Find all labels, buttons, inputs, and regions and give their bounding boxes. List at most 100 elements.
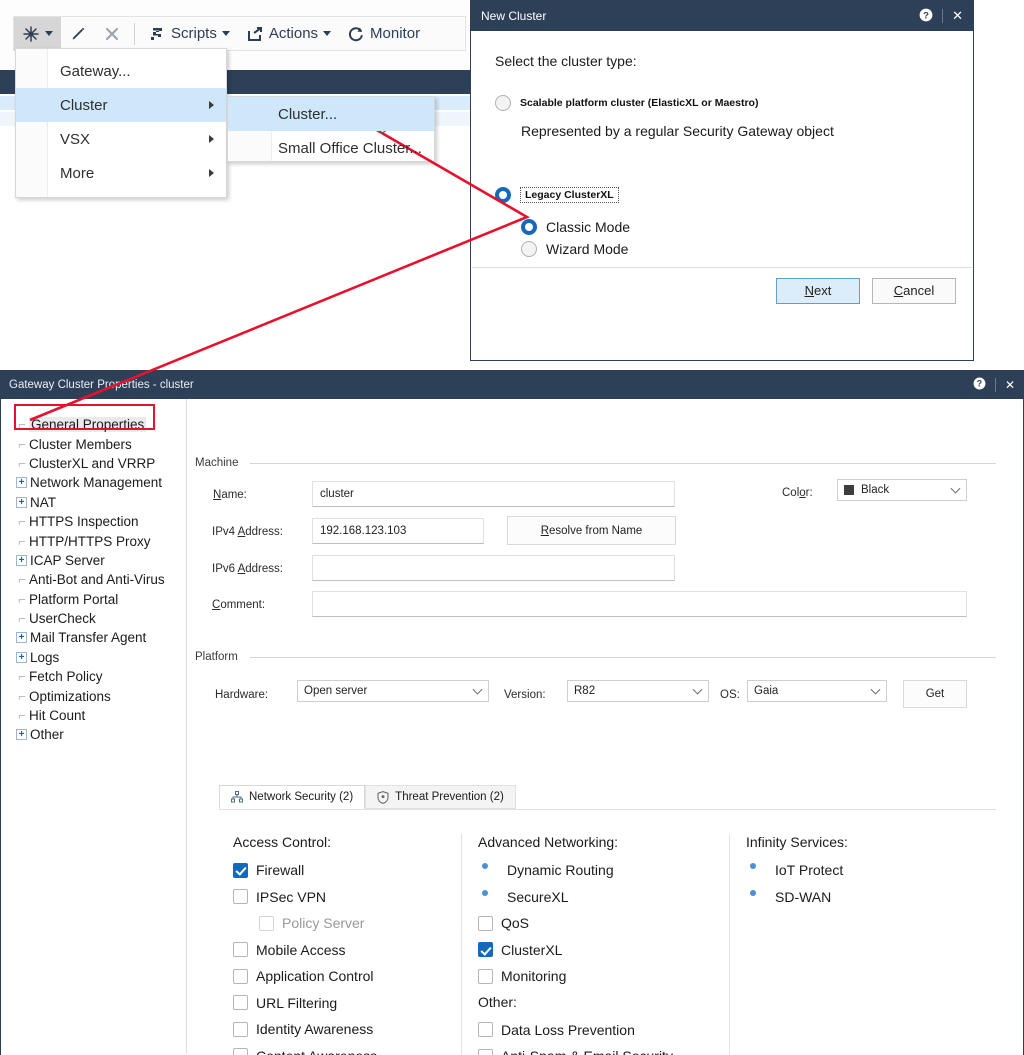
properties-content: Machine Name: cluster IPv4 Address: 192.… bbox=[187, 399, 1023, 1055]
toolbar-edit-button[interactable] bbox=[61, 17, 95, 50]
tree-item-logs[interactable]: + Logs bbox=[15, 648, 186, 667]
checkbox-firewall[interactable] bbox=[233, 862, 248, 878]
checkbox-content-awareness[interactable] bbox=[233, 1048, 248, 1055]
tree-item-cluster-members[interactable]: ⌐ Cluster Members bbox=[15, 434, 186, 453]
ipv6-input[interactable] bbox=[312, 555, 675, 581]
expand-icon[interactable]: + bbox=[16, 651, 27, 663]
os-dropdown[interactable]: Gaia bbox=[747, 680, 887, 702]
option-wizard-mode[interactable]: Wizard Mode bbox=[521, 241, 949, 257]
blade-content-awareness[interactable]: Content Awareness bbox=[233, 1043, 461, 1055]
menu-item-vsx[interactable]: VSX bbox=[16, 122, 226, 156]
tree-item-label: Optimizations bbox=[29, 688, 111, 704]
comment-input[interactable] bbox=[312, 591, 967, 617]
next-button[interactable]: Next bbox=[776, 277, 860, 304]
option-legacy-clusterxl[interactable]: Legacy ClusterXL bbox=[495, 187, 949, 203]
tree-item-usercheck[interactable]: ⌐ UserCheck bbox=[15, 609, 186, 628]
menu-item-gateway[interactable]: Gateway... bbox=[16, 54, 226, 88]
cancel-button[interactable]: Cancel bbox=[872, 277, 956, 304]
checkbox-clusterxl[interactable] bbox=[478, 942, 493, 958]
blade-data-loss-prevention[interactable]: Data Loss Prevention bbox=[478, 1017, 729, 1044]
chevron-right-icon bbox=[209, 135, 214, 143]
ipv4-input[interactable]: 192.168.123.103 bbox=[312, 518, 484, 544]
tree-item-label: HTTPS Inspection bbox=[29, 514, 139, 530]
checkbox-application-control[interactable] bbox=[233, 968, 248, 984]
tree-item-other[interactable]: + Other bbox=[15, 725, 186, 744]
checkbox-mobile-access[interactable] bbox=[233, 942, 248, 958]
blade-clusterxl[interactable]: ClusterXL bbox=[478, 937, 729, 964]
tab-threat-prevention[interactable]: Threat Prevention (2) bbox=[365, 785, 516, 809]
blade-monitoring[interactable]: Monitoring bbox=[478, 963, 729, 990]
blade-mobile-access[interactable]: Mobile Access bbox=[233, 937, 461, 964]
close-icon[interactable]: ✕ bbox=[1005, 378, 1015, 392]
toolbar-delete-button[interactable] bbox=[95, 17, 129, 50]
tree-item-nat[interactable]: + NAT bbox=[15, 493, 186, 512]
expand-icon[interactable]: + bbox=[16, 496, 27, 508]
tree-item-icap-server[interactable]: + ICAP Server bbox=[15, 551, 186, 570]
checkbox-qos[interactable] bbox=[478, 915, 493, 931]
submenu-item-cluster[interactable]: Cluster... bbox=[228, 97, 434, 131]
chevron-right-icon bbox=[209, 169, 214, 177]
option-scalable-platform-cluster[interactable]: Scalable platform cluster (ElasticXL or … bbox=[495, 95, 949, 111]
tree-item-platform-portal[interactable]: ⌐ Platform Portal bbox=[15, 590, 186, 609]
radio-legacy-clusterxl[interactable] bbox=[495, 187, 511, 203]
expand-icon[interactable]: + bbox=[16, 632, 27, 644]
properties-title: Gateway Cluster Properties - cluster bbox=[9, 379, 194, 391]
chevron-down-icon bbox=[870, 684, 881, 695]
tree-item-hit-count[interactable]: ⌐ Hit Count bbox=[15, 706, 186, 725]
checkbox-url-filtering[interactable] bbox=[233, 995, 248, 1011]
expand-icon[interactable]: + bbox=[16, 477, 27, 489]
tree-item-http-https-proxy[interactable]: ⌐ HTTP/HTTPS Proxy bbox=[15, 531, 186, 550]
menu-item-more[interactable]: More bbox=[16, 156, 226, 190]
tree-item-network-management[interactable]: + Network Management bbox=[15, 473, 186, 492]
get-button[interactable]: Get bbox=[903, 680, 967, 708]
tab-network-security[interactable]: Network Security (2) bbox=[219, 785, 366, 809]
radio-classic-mode[interactable] bbox=[521, 219, 537, 235]
tree-item-clusterxl-and-vrrp[interactable]: ⌐ ClusterXL and VRRP bbox=[15, 454, 186, 473]
resolve-from-name-button[interactable]: Resolve from Name bbox=[507, 516, 676, 545]
blade-firewall[interactable]: Firewall bbox=[233, 857, 461, 884]
blade-label: IPSec VPN bbox=[256, 888, 327, 905]
expand-icon[interactable]: + bbox=[16, 729, 27, 741]
name-input[interactable]: cluster bbox=[312, 481, 675, 507]
network-icon bbox=[231, 791, 243, 803]
checkbox-monitoring[interactable] bbox=[478, 968, 493, 984]
checkbox-ipsec-vpn[interactable] bbox=[233, 889, 248, 905]
blade-label: Monitoring bbox=[501, 968, 567, 985]
blade-url-filtering[interactable]: URL Filtering bbox=[233, 990, 461, 1017]
tree-item-mail-transfer-agent[interactable]: + Mail Transfer Agent bbox=[15, 628, 186, 647]
blade-label: SD-WAN bbox=[775, 888, 832, 905]
toolbar-new-object-button[interactable] bbox=[14, 17, 61, 50]
version-dropdown[interactable]: R82 bbox=[567, 680, 709, 702]
blade-application-control[interactable]: Application Control bbox=[233, 963, 461, 990]
refresh-icon bbox=[347, 25, 365, 43]
checkbox-identity-awareness[interactable] bbox=[233, 1021, 248, 1037]
tree-item-fetch-policy[interactable]: ⌐ Fetch Policy bbox=[15, 667, 186, 686]
toolbar-actions-button[interactable]: Actions bbox=[238, 17, 339, 50]
hardware-dropdown[interactable]: Open server bbox=[297, 680, 489, 702]
checkbox-data-loss-prevention[interactable] bbox=[478, 1022, 493, 1038]
tree-item-optimizations[interactable]: ⌐ Optimizations bbox=[15, 686, 186, 705]
toolbar-monitor-button[interactable]: Monitor bbox=[339, 17, 428, 50]
blade-identity-awareness[interactable]: Identity Awareness bbox=[233, 1016, 461, 1043]
ipv6-label: IPv6 Address: bbox=[212, 563, 283, 575]
blade-qos[interactable]: QoS bbox=[478, 910, 729, 937]
menu-item-cluster[interactable]: Cluster bbox=[16, 88, 226, 122]
tree-item-https-inspection[interactable]: ⌐ HTTPS Inspection bbox=[15, 512, 186, 531]
question-icon[interactable]: ? bbox=[919, 8, 933, 25]
checkbox-anti-spam[interactable] bbox=[478, 1048, 493, 1055]
question-icon[interactable]: ? bbox=[973, 377, 986, 393]
close-icon[interactable]: ✕ bbox=[952, 8, 963, 24]
blade-anti-spam-email-security[interactable]: Anti-Spam & Email Security bbox=[478, 1043, 729, 1055]
expand-icon[interactable]: + bbox=[16, 554, 27, 566]
color-dropdown[interactable]: Black bbox=[837, 479, 967, 501]
radio-scalable[interactable] bbox=[495, 95, 511, 111]
submenu-item-small-office-cluster[interactable]: Small Office Cluster... bbox=[228, 131, 434, 165]
radio-wizard-mode[interactable] bbox=[521, 241, 537, 257]
wizard-mode-label: Wizard Mode bbox=[546, 241, 629, 257]
blade-ipsec-vpn[interactable]: IPSec VPN bbox=[233, 884, 461, 911]
toolbar-scripts-button[interactable]: Scripts bbox=[140, 17, 238, 50]
chevron-down-icon bbox=[950, 483, 961, 494]
tree-item-anti-bot-and-anti-virus[interactable]: ⌐ Anti-Bot and Anti-Virus bbox=[15, 570, 186, 589]
blade-tab-panel: Access Control: Firewall IPSec VPN Polic… bbox=[219, 809, 996, 1055]
option-classic-mode[interactable]: Classic Mode bbox=[521, 219, 949, 235]
